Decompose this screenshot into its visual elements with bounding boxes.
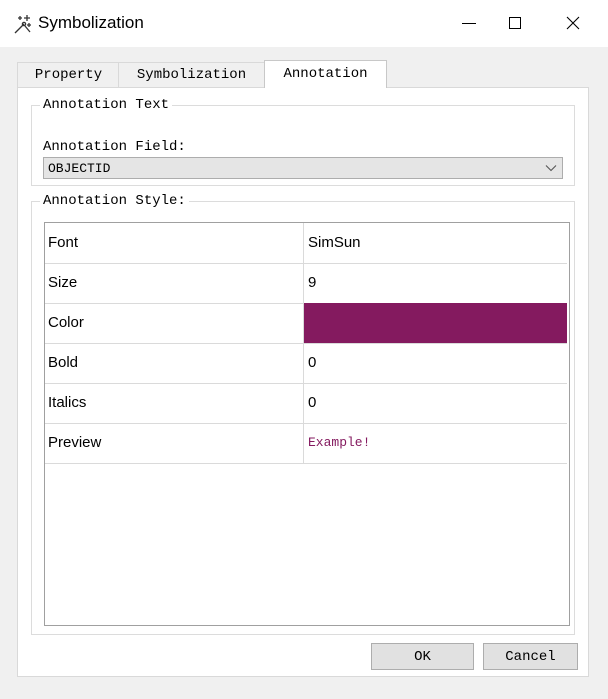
annotation-text-legend: Annotation Text [40, 97, 173, 113]
tab-symbolization[interactable]: Symbolization [118, 62, 265, 87]
property-name: Bold [45, 343, 304, 383]
table-row-font[interactable]: Font SimSun [45, 223, 567, 264]
maximize-button[interactable] [492, 0, 538, 47]
annotation-text-group: Annotation Text Annotation Field: OBJECT… [31, 97, 575, 186]
tab-annotation[interactable]: Annotation [264, 60, 387, 88]
annotation-style-legend: Annotation Style: [40, 193, 189, 209]
property-name: Italics [45, 383, 304, 423]
table-row-bold[interactable]: Bold 0 [45, 343, 567, 384]
property-value[interactable]: SimSun [304, 223, 567, 263]
annotation-panel: Annotation Text Annotation Field: OBJECT… [17, 87, 589, 677]
property-value[interactable]: 9 [304, 263, 567, 303]
property-name: Font [45, 223, 304, 263]
property-value[interactable]: 0 [304, 343, 567, 383]
magic-wand-icon [12, 13, 34, 35]
window-title: Symbolization [38, 13, 144, 32]
annotation-field-select[interactable]: OBJECTID [43, 157, 563, 179]
property-name: Preview [45, 423, 304, 463]
annotation-field-value: OBJECTID [48, 161, 111, 176]
chevron-down-icon [545, 165, 557, 172]
close-icon [566, 16, 580, 30]
annotation-style-group: Annotation Style: Font SimSun Size 9 Col… [31, 193, 575, 635]
property-name: Color [45, 303, 304, 343]
minimize-button[interactable] [446, 0, 492, 47]
title-bar: Symbolization [0, 0, 608, 47]
preview-text: Example! [308, 435, 371, 450]
tab-property[interactable]: Property [17, 62, 120, 87]
table-row-italics[interactable]: Italics 0 [45, 383, 567, 424]
property-name: Size [45, 263, 304, 303]
style-property-table: Font SimSun Size 9 Color Bold 0 Italics … [44, 222, 570, 626]
close-button[interactable] [550, 0, 596, 47]
table-row-preview: Preview Example! [45, 423, 567, 464]
table-row-color[interactable]: Color [45, 303, 567, 344]
annotation-field-label: Annotation Field: [43, 139, 186, 155]
table-row-size[interactable]: Size 9 [45, 263, 567, 304]
property-value[interactable]: 0 [304, 383, 567, 423]
cancel-button[interactable]: Cancel [483, 643, 578, 670]
ok-button[interactable]: OK [371, 643, 474, 670]
maximize-icon [509, 17, 521, 29]
minimize-icon [462, 23, 476, 24]
color-swatch[interactable] [304, 303, 567, 343]
